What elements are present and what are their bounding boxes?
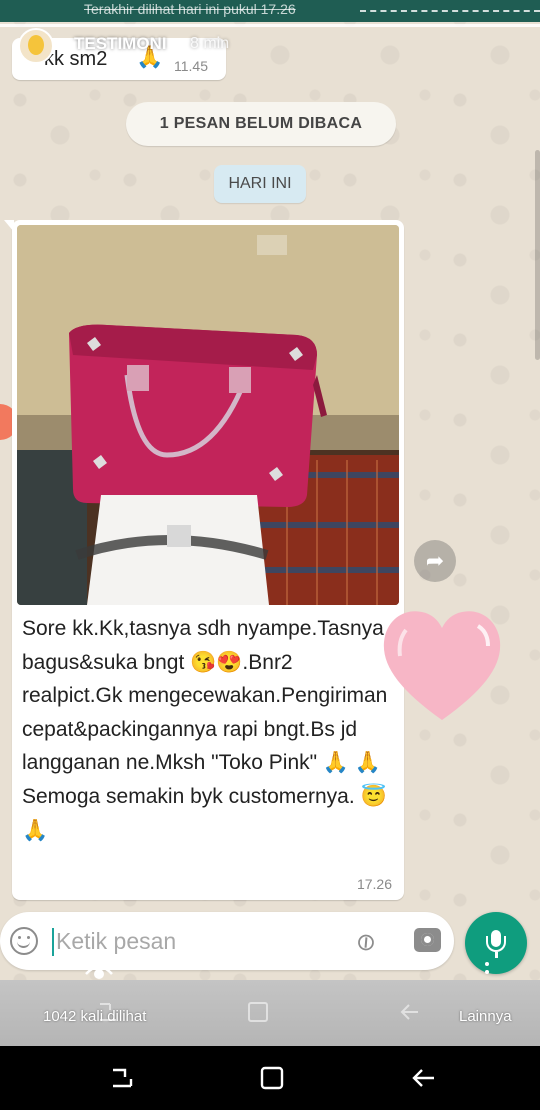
camera-icon[interactable] <box>414 928 441 952</box>
message-composer: ⊘ <box>0 912 454 970</box>
scrollbar[interactable] <box>535 150 540 360</box>
story-author: TESTIMONI <box>74 34 167 53</box>
message-bubble[interactable]: Sore kk.Kk,tasnya sdh nyampe.Tasnya bagu… <box>4 220 404 900</box>
header-divider <box>360 10 540 12</box>
story-footer: 1042 kali dilihat Lainnya <box>0 980 540 1046</box>
view-count[interactable]: 1042 kali dilihat <box>43 1008 146 1025</box>
handbag-photo-icon <box>17 225 399 605</box>
ghost-recent-icon <box>100 1003 116 1021</box>
smiley-icon[interactable] <box>10 927 38 955</box>
heart-icon <box>383 611 501 720</box>
message-input[interactable] <box>56 920 326 962</box>
paperclip-icon[interactable]: ⊘ <box>349 925 383 960</box>
text-cursor <box>52 928 54 956</box>
chat-header: Terakhir dilihat hari ini pukul 17.26 <box>0 0 540 22</box>
system-navigation-bar <box>0 1046 540 1110</box>
microphone-button[interactable] <box>465 912 527 974</box>
forward-icon: ➦ <box>425 548 445 573</box>
story-avatar[interactable] <box>18 28 54 64</box>
home-icon[interactable] <box>258 1064 286 1092</box>
story-time: 8 min <box>190 35 230 52</box>
praying-emoji-icon <box>28 35 44 55</box>
forward-button[interactable]: ➦ <box>414 540 456 582</box>
eye-icon <box>85 965 113 979</box>
recent-apps-icon[interactable] <box>108 1064 136 1092</box>
date-divider: HARI INI <box>214 165 306 203</box>
ghost-home-icon <box>248 1002 268 1022</box>
more-button[interactable]: Lainnya <box>459 1008 512 1025</box>
last-seen-status: Terakhir dilihat hari ini pukul 17.26 <box>84 1 296 17</box>
message-photo[interactable] <box>17 225 399 605</box>
ghost-back-icon <box>400 1004 418 1020</box>
back-icon[interactable] <box>410 1064 438 1092</box>
story-progress-bar <box>0 24 540 27</box>
message-text: Sore kk.Kk,tasnya sdh nyampe.Tasnya bagu… <box>22 617 388 842</box>
more-dots-icon[interactable] <box>485 962 489 966</box>
message-time: 17.26 <box>356 876 392 892</box>
previous-message-time: 11.45 <box>174 58 208 74</box>
unread-messages-banner: 1 PESAN BELUM DIBACA <box>126 102 396 146</box>
